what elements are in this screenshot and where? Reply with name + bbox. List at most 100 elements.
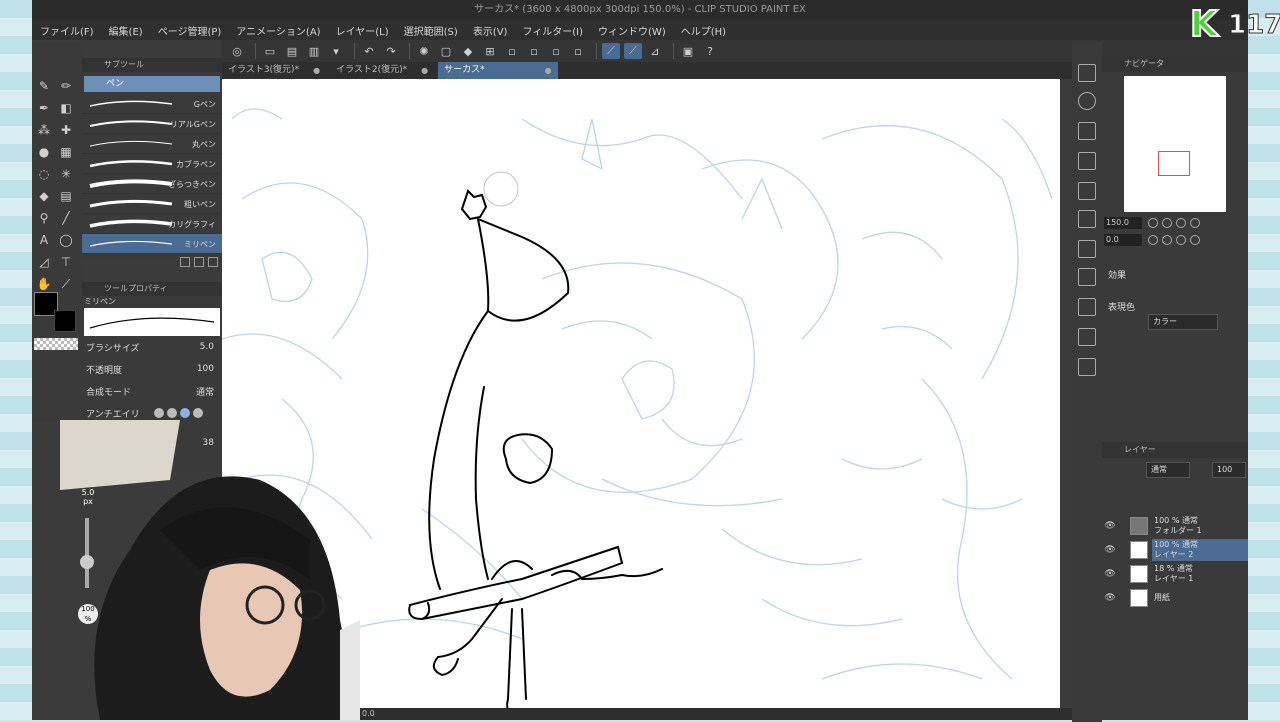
clear-icon[interactable]: ▢ — [437, 43, 455, 59]
menu-view[interactable]: 表示(V) — [473, 23, 508, 38]
layer-row[interactable]: 👁 18 % 通常 レイヤー 1 — [1102, 562, 1248, 586]
menu-layer[interactable]: レイヤー(L) — [336, 23, 389, 38]
zoom-value[interactable]: 150.0 — [1104, 217, 1142, 229]
blend-mode-select[interactable]: 通常 — [154, 385, 218, 398]
lock-icon[interactable] — [1118, 593, 1130, 603]
close-icon[interactable] — [1078, 182, 1096, 200]
tab-illust3[interactable]: イラスト3(復元)* ● — [222, 62, 326, 79]
panel-toggle-icon[interactable] — [1078, 64, 1096, 82]
brush-item[interactable]: リアルGペン — [82, 114, 222, 134]
visibility-eye-icon[interactable]: 👁 — [1102, 545, 1118, 555]
brush-item[interactable]: 粗いペン — [82, 194, 222, 214]
lock-icon[interactable] — [1118, 569, 1130, 579]
close-icon[interactable]: ● — [313, 62, 320, 79]
rotate-right-icon[interactable] — [1162, 235, 1172, 245]
material-icon[interactable] — [1078, 152, 1096, 170]
app-icon[interactable]: ◎ — [228, 43, 246, 59]
status-zoom[interactable]: 0.0 — [362, 709, 375, 718]
rotate-left-icon[interactable] — [1148, 235, 1158, 245]
navigator-view-frame[interactable] — [1158, 151, 1190, 176]
layer-row-selected[interactable]: 👁 100 % 通常 レイヤー 2 — [1102, 538, 1248, 562]
search-icon[interactable] — [1078, 92, 1096, 110]
menu-edit[interactable]: 編集(E) — [109, 23, 143, 38]
redo-icon[interactable]: ↷ — [382, 43, 400, 59]
tab-circus[interactable]: サーカス* ● — [438, 62, 558, 79]
layer-row-paper[interactable]: 👁 用紙 — [1102, 586, 1248, 610]
text-tool-icon[interactable]: A — [34, 230, 54, 250]
brush-item[interactable]: カブラペン — [82, 154, 222, 174]
eraser-tool-icon[interactable]: ◧ — [56, 98, 76, 118]
rotate-value[interactable]: 0.0 — [1104, 234, 1142, 246]
visibility-eye-icon[interactable]: 👁 — [1102, 521, 1118, 531]
blend-mode-row[interactable]: 合成モード 通常 — [82, 380, 222, 402]
menu-animation[interactable]: アニメーション(A) — [236, 23, 320, 38]
actual-size-icon[interactable] — [1190, 218, 1200, 228]
brush-item[interactable]: カリグラフィ — [82, 214, 222, 234]
sub-color-swatch[interactable] — [54, 310, 76, 332]
decoration-tool-icon[interactable]: ⁂ — [34, 120, 54, 140]
help-icon[interactable]: ? — [701, 43, 719, 59]
brush-tool-icon[interactable]: ✒ — [34, 98, 54, 118]
close-icon[interactable]: ● — [421, 62, 428, 79]
lock-icon[interactable] — [1118, 521, 1130, 531]
hand-tool-icon[interactable]: ✋ — [34, 274, 54, 294]
snap-grid-icon[interactable]: ⊿ — [646, 43, 664, 59]
move-tool-icon[interactable]: ✚ — [56, 120, 76, 140]
auto-action-icon[interactable] — [1078, 298, 1096, 316]
menu-file[interactable]: ファイル(F) — [40, 23, 94, 38]
export-icon[interactable]: ▾ — [327, 43, 345, 59]
deselect-icon[interactable]: ▫ — [503, 43, 521, 59]
animation-icon[interactable] — [1078, 358, 1096, 376]
delete-subtool-icon[interactable] — [208, 257, 218, 267]
copy-subtool-icon[interactable] — [194, 257, 204, 267]
item-bank-icon[interactable] — [1078, 328, 1096, 346]
opacity-value[interactable]: 100 — [154, 364, 218, 374]
frame-tool-icon[interactable]: ⊤ — [56, 252, 76, 272]
navigator-thumbnail[interactable] — [1124, 76, 1226, 212]
grid-icon[interactable] — [1078, 210, 1096, 228]
show-selection-icon[interactable]: ▫ — [569, 43, 587, 59]
opacity-row[interactable]: 不透明度 100 — [82, 358, 222, 380]
history-icon[interactable] — [1078, 268, 1096, 286]
transform-icon[interactable]: ⊞ — [481, 43, 499, 59]
brush-size-value[interactable]: 5.0 — [154, 342, 218, 352]
blend-tool-icon[interactable]: ● — [34, 142, 54, 162]
crop-icon[interactable]: ▫ — [547, 43, 565, 59]
visibility-eye-icon[interactable]: 👁 — [1102, 593, 1118, 603]
flip-icon[interactable] — [1190, 235, 1200, 245]
pen-edit-icon[interactable] — [1118, 545, 1130, 555]
invert-icon[interactable]: ▫ — [525, 43, 543, 59]
close-icon[interactable] — [1078, 122, 1096, 140]
fill-icon[interactable]: ◆ — [459, 43, 477, 59]
grid-tool-icon[interactable]: ▦ — [56, 142, 76, 162]
zoom-in-icon[interactable] — [1162, 218, 1172, 228]
subtool-category[interactable]: ペン — [84, 76, 220, 92]
brush-size-row[interactable]: ブラシサイズ 5.0 — [82, 336, 222, 358]
layer-opacity-input[interactable]: 100 — [1212, 462, 1246, 478]
settings-icon[interactable]: ▣ — [679, 43, 697, 59]
brush-item-selected[interactable]: ミリペン — [82, 234, 222, 254]
brush-item[interactable]: 丸ペン — [82, 134, 222, 154]
layer-blend-select[interactable]: 通常 — [1146, 462, 1190, 478]
menu-window[interactable]: ウィンドウ(W) — [598, 23, 666, 38]
expression-color-select[interactable]: カラー — [1148, 314, 1218, 330]
transparent-color-swatch[interactable] — [34, 338, 78, 350]
pencil-tool-icon[interactable]: ✏ — [56, 76, 76, 96]
object-tool-icon[interactable]: ⚲ — [34, 208, 54, 228]
save-icon[interactable]: ▥ — [305, 43, 323, 59]
fit-icon[interactable] — [1176, 218, 1186, 228]
loading-icon[interactable]: ✺ — [415, 43, 433, 59]
antialias-options[interactable] — [154, 408, 203, 418]
snap-ruler-icon[interactable]: ⟋ — [602, 43, 620, 59]
brush-item[interactable]: ざらつきペン — [82, 174, 222, 194]
close-icon[interactable]: ● — [545, 62, 552, 79]
menu-page[interactable]: ページ管理(P) — [158, 23, 222, 38]
new-file-icon[interactable]: ▭ — [261, 43, 279, 59]
lasso-tool-icon[interactable]: ◌ — [34, 164, 54, 184]
zoom-out-icon[interactable] — [1148, 218, 1158, 228]
ruler-tool-icon[interactable]: ◿ — [34, 252, 54, 272]
gradient-tool-icon[interactable]: ▤ — [56, 186, 76, 206]
visibility-eye-icon[interactable]: 👁 — [1102, 569, 1118, 579]
snap-special-ruler-icon[interactable]: ⟋ — [624, 43, 642, 59]
fill-tool-icon[interactable]: ◆ — [34, 186, 54, 206]
